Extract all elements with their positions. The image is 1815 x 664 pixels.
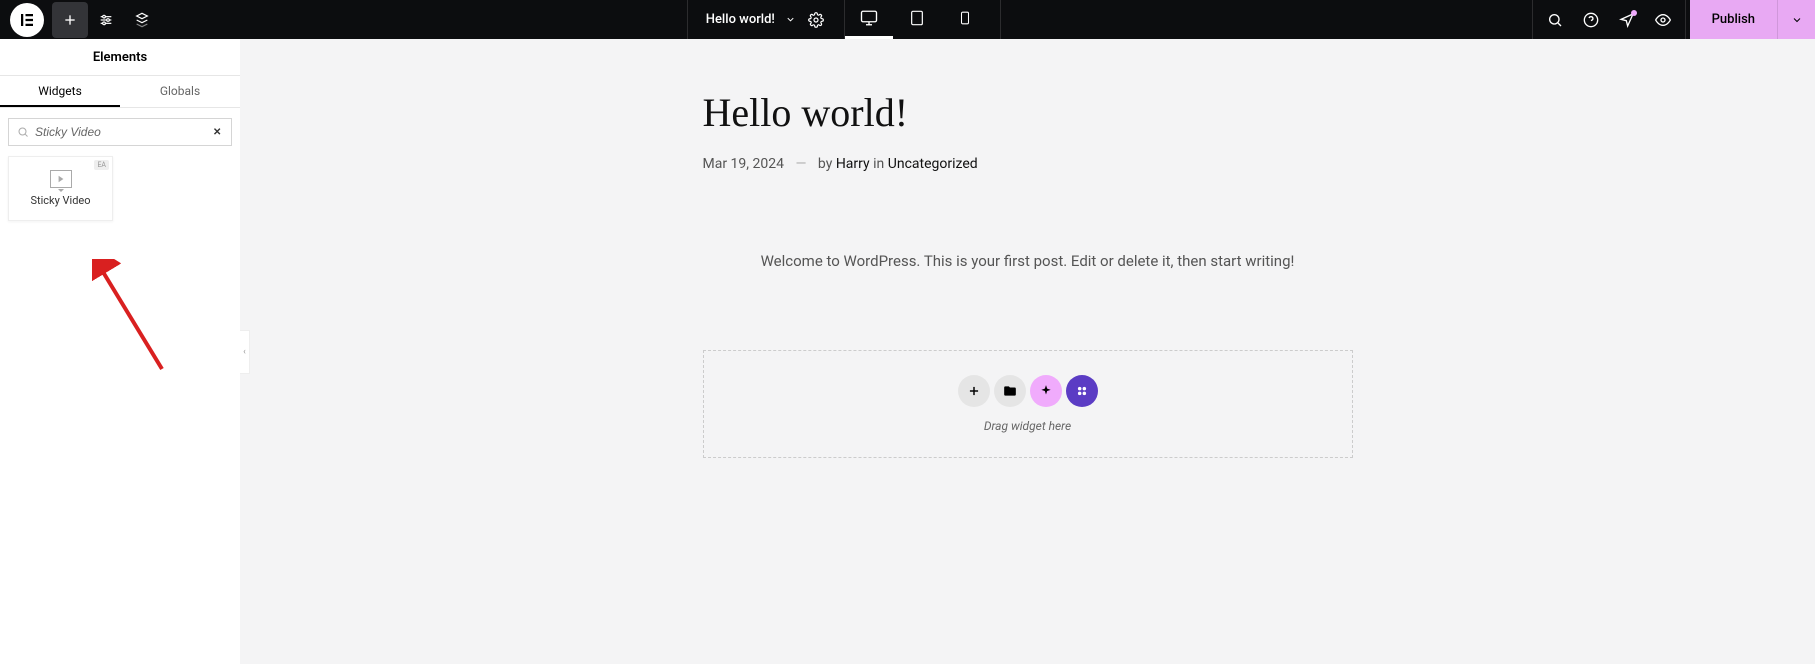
sidebar-title: Elements	[0, 39, 240, 76]
structure-icon[interactable]	[124, 2, 160, 38]
publish-button[interactable]: Publish	[1690, 0, 1777, 39]
desktop-device-button[interactable]	[845, 0, 893, 39]
notifications-icon[interactable]	[1609, 2, 1645, 38]
preview-icon[interactable]	[1645, 2, 1681, 38]
elementor-logo[interactable]	[10, 3, 44, 37]
topbar: Hello world!	[0, 0, 1815, 39]
sidebar: Elements Widgets Globals ✕ EA Sticky Vid…	[0, 39, 240, 664]
sidebar-tabs: Widgets Globals	[0, 76, 240, 108]
template-button[interactable]	[1066, 375, 1098, 407]
drop-zone[interactable]: Drag widget here	[703, 350, 1353, 458]
post-author-link[interactable]: Harry	[836, 156, 870, 172]
post-date: Mar 19, 2024	[703, 156, 785, 172]
document-title[interactable]: Hello world!	[706, 12, 775, 27]
add-element-button[interactable]	[52, 2, 88, 38]
settings-icon[interactable]	[88, 2, 124, 38]
tab-globals[interactable]: Globals	[120, 76, 240, 107]
sidebar-collapse-handle[interactable]: ‹	[240, 330, 250, 374]
post-body[interactable]: Welcome to WordPress. This is your first…	[703, 252, 1353, 270]
page-settings-icon[interactable]	[806, 2, 826, 38]
tab-widgets[interactable]: Widgets	[0, 76, 120, 107]
widget-badge: EA	[94, 160, 109, 170]
post-title[interactable]: Hello world!	[703, 89, 1353, 136]
chevron-down-icon[interactable]	[785, 14, 796, 25]
widget-search-input[interactable]	[29, 125, 213, 139]
clear-search-icon[interactable]: ✕	[213, 127, 223, 137]
annotation-arrow	[92, 259, 182, 383]
search-icon-small	[17, 126, 29, 138]
search-icon[interactable]	[1537, 2, 1573, 38]
folder-button[interactable]	[994, 375, 1026, 407]
tablet-device-button[interactable]	[893, 0, 941, 39]
widget-sticky-video[interactable]: EA Sticky Video	[8, 156, 113, 221]
add-section-button[interactable]	[958, 375, 990, 407]
publish-dropdown[interactable]	[1777, 0, 1815, 39]
post-meta: Mar 19, 2024 — by Harry in Uncategorized	[703, 156, 1353, 172]
drop-hint-text: Drag widget here	[984, 419, 1071, 433]
sticky-video-icon	[50, 170, 72, 188]
editor-canvas[interactable]: Hello world! Mar 19, 2024 — by Harry in …	[240, 39, 1815, 664]
help-icon[interactable]	[1573, 2, 1609, 38]
widget-label: Sticky Video	[30, 194, 90, 207]
ai-button[interactable]	[1030, 375, 1062, 407]
search-box: ✕	[8, 118, 232, 146]
post-category-link[interactable]: Uncategorized	[888, 156, 978, 172]
mobile-device-button[interactable]	[941, 0, 989, 39]
